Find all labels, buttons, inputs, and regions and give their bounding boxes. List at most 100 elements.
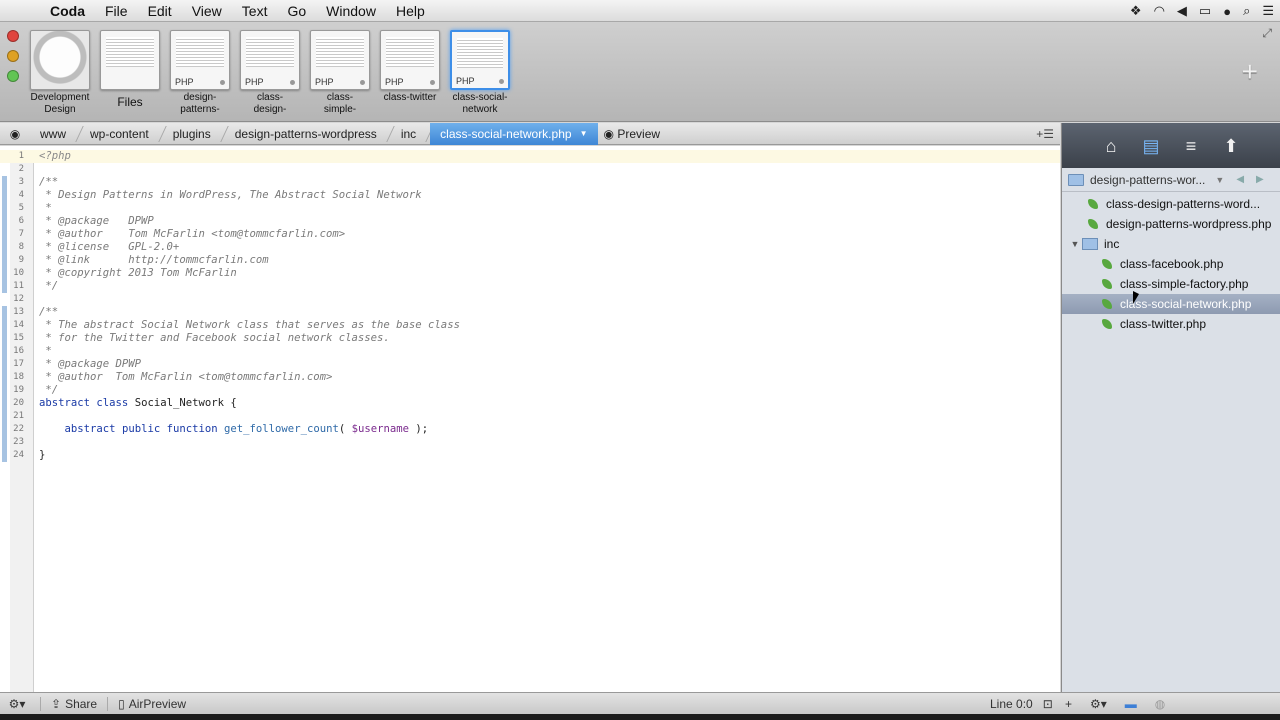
menu-text[interactable]: Text bbox=[232, 0, 278, 22]
file-item[interactable]: class-twitter.php bbox=[1062, 314, 1280, 334]
code-line[interactable]: 18 * @author Tom McFarlin <tom@tommcfarl… bbox=[0, 371, 1060, 384]
line-number: 7 bbox=[18, 229, 24, 239]
preview-button[interactable]: ◉ Preview bbox=[598, 127, 661, 141]
home-icon[interactable]: ⌂ bbox=[1100, 135, 1122, 157]
code-line[interactable]: 23 bbox=[0, 436, 1060, 449]
menu-app[interactable]: Coda bbox=[40, 0, 95, 22]
close-window-button[interactable] bbox=[7, 30, 19, 42]
code-line[interactable]: 19 */ bbox=[0, 384, 1060, 397]
crumb-active-file[interactable]: class-social-network.php ▼ bbox=[430, 122, 598, 145]
files-icon[interactable]: ▤ bbox=[1140, 135, 1162, 157]
code-line[interactable]: 6 * @package DPWP bbox=[0, 215, 1060, 228]
code-line[interactable]: 11 */ bbox=[0, 280, 1060, 293]
sync-icon[interactable]: ◍ bbox=[1155, 697, 1165, 711]
menu-go[interactable]: Go bbox=[277, 0, 316, 22]
site-tab[interactable]: PHP design-patterns- bbox=[170, 30, 230, 116]
crumb-design-patterns-wordpress[interactable]: design-patterns-wordpress bbox=[225, 123, 391, 145]
site-tab[interactable]: Development Design bbox=[30, 30, 90, 116]
line-number: 3 bbox=[18, 177, 24, 187]
site-tab[interactable]: PHP class-twitter bbox=[380, 30, 440, 116]
folder-item[interactable]: ▼ inc bbox=[1062, 234, 1280, 254]
file-item[interactable]: class-design-patterns-word... bbox=[1062, 194, 1280, 214]
code-line[interactable]: 21 bbox=[0, 410, 1060, 423]
thumbnail-preview bbox=[176, 37, 224, 67]
search-icon[interactable]: ⌕ bbox=[1243, 3, 1250, 19]
php-file-icon bbox=[1102, 299, 1112, 309]
site-tab[interactable]: PHP class-social-network bbox=[450, 30, 510, 116]
code-line[interactable]: 4 * Design Patterns in WordPress, The Ab… bbox=[0, 189, 1060, 202]
code-line[interactable]: 15 * for the Twitter and Facebook social… bbox=[0, 332, 1060, 345]
wifi-icon[interactable]: ◠ bbox=[1154, 3, 1165, 19]
sidebar-folder-name: design-patterns-wor... bbox=[1090, 172, 1206, 187]
site-tab[interactable]: PHP class-simple- bbox=[310, 30, 370, 116]
device-icon: ▯ bbox=[118, 696, 125, 711]
disclosure-triangle-icon[interactable]: ▼ bbox=[1068, 239, 1082, 249]
minimize-window-button[interactable] bbox=[7, 50, 19, 62]
back-arrow-icon[interactable]: ◀ bbox=[1236, 174, 1244, 185]
site-tab[interactable]: Files bbox=[100, 30, 160, 116]
file-item[interactable]: class-social-network.php bbox=[1062, 294, 1280, 314]
code-text: * Design Patterns in WordPress, The Abst… bbox=[39, 189, 422, 201]
split-menu-icon[interactable]: +☰ bbox=[1036, 127, 1054, 141]
code-editor[interactable]: 1 <?php 2 3/** 4 * Design Patterns in WordPr… bbox=[0, 146, 1060, 692]
fullscreen-icon[interactable]: ⤢ bbox=[1262, 26, 1272, 41]
code-line[interactable]: 2 bbox=[0, 163, 1060, 176]
code-line[interactable]: 12 bbox=[0, 293, 1060, 306]
code-text: * @copyright 2013 Tom McFarlin bbox=[39, 267, 237, 279]
code-line[interactable]: 16 * bbox=[0, 345, 1060, 358]
line-number: 20 bbox=[13, 398, 24, 408]
menu-window[interactable]: Window bbox=[316, 0, 386, 22]
file-item[interactable]: design-patterns-wordpress.php bbox=[1062, 214, 1280, 234]
code-line[interactable]: 20 abstract class Social_Network { bbox=[0, 397, 1060, 410]
user-icon[interactable]: ● bbox=[1223, 4, 1231, 19]
menu-file[interactable]: File bbox=[95, 0, 138, 22]
sidebar-folder-header[interactable]: design-patterns-wor... ▼ ◀ ▶ bbox=[1062, 168, 1280, 192]
publish-icon[interactable]: ⬆ bbox=[1220, 135, 1242, 157]
code-line[interactable]: 1 <?php bbox=[0, 150, 1060, 163]
code-line[interactable]: 22 abstract public function get_follower… bbox=[0, 423, 1060, 436]
code-line[interactable]: 5 * bbox=[0, 202, 1060, 215]
crumb-wp-content[interactable]: wp-content bbox=[80, 123, 163, 145]
add-icon[interactable]: + bbox=[1065, 697, 1072, 711]
clips-icon[interactable]: ≡ bbox=[1180, 135, 1202, 157]
crumb-www[interactable]: www bbox=[30, 123, 80, 145]
menu-help[interactable]: Help bbox=[386, 0, 435, 22]
forward-arrow-icon[interactable]: ▶ bbox=[1256, 174, 1264, 185]
dock-edge bbox=[0, 714, 1280, 720]
chevron-down-icon[interactable]: ▼ bbox=[1215, 175, 1224, 185]
crumb-plugins[interactable]: plugins bbox=[163, 123, 225, 145]
code-line[interactable]: 13 /** bbox=[0, 306, 1060, 319]
code-line[interactable]: 7 * @author Tom McFarlin <tom@tommcfarli… bbox=[0, 228, 1060, 241]
line-number: 23 bbox=[13, 437, 24, 447]
line-number: 16 bbox=[13, 346, 24, 356]
gear-icon[interactable]: ⚙▾ bbox=[1090, 697, 1107, 711]
code-line[interactable]: 24} bbox=[0, 449, 1060, 462]
code-line[interactable]: 10 * @copyright 2013 Tom McFarlin bbox=[0, 267, 1060, 280]
code-line[interactable]: 14 * The abstract Social Network class t… bbox=[0, 319, 1060, 332]
airpreview-button[interactable]: ▯ AirPreview bbox=[114, 697, 190, 711]
battery-icon[interactable]: ▭ bbox=[1199, 3, 1211, 19]
code-line[interactable]: 8 * @license GPL-2.0+ bbox=[0, 241, 1060, 254]
gear-icon[interactable]: ⚙▾ bbox=[0, 697, 34, 711]
zoom-window-button[interactable] bbox=[7, 70, 19, 82]
file-item[interactable]: class-facebook.php bbox=[1062, 254, 1280, 274]
notification-list-icon[interactable]: ☰ bbox=[1262, 3, 1274, 19]
site-tab[interactable]: PHP class-design- bbox=[240, 30, 300, 116]
goto-line-icon[interactable]: ⊡ bbox=[1043, 697, 1053, 711]
share-button[interactable]: ⇪ Share bbox=[47, 697, 101, 711]
line-indicator[interactable]: Line 0:0 bbox=[990, 697, 1033, 711]
code-line[interactable]: 9 * @link http://tommcfarlin.com bbox=[0, 254, 1060, 267]
volume-icon[interactable]: ◀ bbox=[1177, 3, 1187, 19]
crumb-inc[interactable]: inc bbox=[391, 123, 430, 145]
layout-icon[interactable]: ▬ bbox=[1125, 697, 1137, 711]
file-name: inc bbox=[1104, 237, 1120, 251]
add-tab-button[interactable]: + bbox=[1242, 56, 1258, 88]
menu-edit[interactable]: Edit bbox=[138, 0, 182, 22]
menu-view[interactable]: View bbox=[182, 0, 232, 22]
dropbox-icon[interactable]: ❖ bbox=[1130, 3, 1142, 19]
code-line[interactable]: 17 * @package DPWP bbox=[0, 358, 1060, 371]
preview-toggle-icon[interactable]: ◉ bbox=[0, 127, 30, 141]
status-dot bbox=[430, 80, 435, 85]
file-item[interactable]: class-simple-factory.php bbox=[1062, 274, 1280, 294]
code-line[interactable]: 3 /** bbox=[0, 176, 1060, 189]
